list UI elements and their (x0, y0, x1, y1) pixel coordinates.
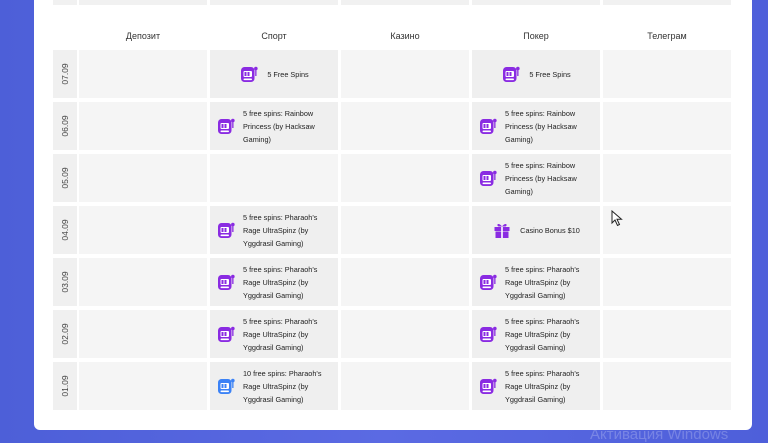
slot-machine-icon (239, 64, 259, 84)
date-label: 01.09 (60, 375, 70, 397)
mouse-cursor-icon (611, 210, 623, 227)
deposit-cell (79, 206, 207, 254)
date-label: 04.09 (60, 219, 70, 241)
calendar-panel: Депозит Спорт Казино Покер Телеграм 07.09 5 Fr… (34, 0, 752, 430)
bonus-text: 5 free spins: Rainbow Princess (by Hacks… (505, 108, 577, 144)
date-cell: 05.09 (53, 154, 77, 202)
telegram-cell (603, 310, 731, 358)
date-cell: 06.09 (53, 102, 77, 150)
bonus-text: 5 free spins: Pharaoh's Rage UltraSpinz … (243, 212, 318, 248)
poker-cell[interactable]: Casino Bonus $10 (472, 206, 600, 254)
bonus-entry[interactable]: 5 free spins: Pharaoh's Rage UltraSpinz … (472, 362, 600, 410)
gift-icon (492, 220, 512, 240)
bonus-entry[interactable]: 5 free spins: Pharaoh's Rage UltraSpinz … (210, 310, 338, 358)
date-cell: 02.09 (53, 310, 77, 358)
slot-machine-icon (216, 220, 236, 240)
date-cell: 07.09 (53, 50, 77, 98)
telegram-cell (603, 50, 731, 98)
slot-machine-icon (216, 324, 236, 344)
column-header: Спорт (261, 31, 287, 41)
column-header: Покер (523, 31, 549, 41)
bonus-text: 5 free spins: Rainbow Princess (by Hacks… (243, 108, 315, 144)
deposit-cell (79, 362, 207, 410)
deposit-cell (79, 310, 207, 358)
bonus-text: 5 free spins: Pharaoh's Rage UltraSpinz … (243, 316, 318, 352)
sport-cell[interactable]: 5 Free Spins (210, 50, 338, 98)
casino-cell (341, 206, 469, 254)
sport-cell[interactable]: 5 free spins: Pharaoh's Rage UltraSpinz … (210, 206, 338, 254)
bonus-entry[interactable]: Casino Bonus $10 (472, 206, 600, 254)
bonus-text: 5 free spins: Pharaoh's Rage UltraSpinz … (505, 316, 580, 352)
bonus-text: 5 free spins: Pharaoh's Rage UltraSpinz … (505, 264, 580, 300)
bonus-text: 10 free spins: Pharaoh's Rage UltraSpinz… (243, 368, 322, 404)
poker-cell[interactable]: 5 free spins: Rainbow Princess (by Hacks… (472, 154, 600, 202)
sport-cell[interactable]: 5 free spins: Pharaoh's Rage UltraSpinz … (210, 258, 338, 306)
date-label: 05.09 (60, 167, 70, 189)
bonus-entry[interactable]: 5 free spins: Pharaoh's Rage UltraSpinz … (472, 258, 600, 306)
slot-machine-icon (216, 272, 236, 292)
bonus-entry[interactable]: 5 free spins: Rainbow Princess (by Hacks… (210, 102, 338, 150)
poker-cell[interactable]: 5 free spins: Rainbow Princess (by Hacks… (472, 102, 600, 150)
casino-cell (341, 310, 469, 358)
slot-machine-icon (478, 168, 498, 188)
date-label: 03.09 (60, 271, 70, 293)
bonus-text: 5 Free Spins (267, 69, 309, 79)
slot-machine-icon (478, 116, 498, 136)
bonus-entry[interactable]: 10 free spins: Pharaoh's Rage UltraSpinz… (210, 362, 338, 410)
date-label: 02.09 (60, 323, 70, 345)
bonus-text: 5 Free Spins (529, 69, 571, 79)
bonus-entry[interactable]: 5 free spins: Rainbow Princess (by Hacks… (472, 154, 600, 202)
poker-cell[interactable]: 5 free spins: Pharaoh's Rage UltraSpinz … (472, 258, 600, 306)
slot-machine-icon (216, 116, 236, 136)
bonus-text: Casino Bonus $10 (520, 225, 580, 235)
bonus-text: 5 free spins: Pharaoh's Rage UltraSpinz … (505, 368, 580, 404)
telegram-cell (603, 258, 731, 306)
slot-machine-blue-icon (216, 376, 236, 396)
date-label: 06.09 (60, 115, 70, 137)
windows-activation-watermark: Активация Windows (590, 426, 729, 443)
poker-cell[interactable]: 5 free spins: Pharaoh's Rage UltraSpinz … (472, 362, 600, 410)
bonus-entry[interactable]: 5 free spins: Rainbow Princess (by Hacks… (472, 102, 600, 150)
top-row-remnant (34, 0, 752, 6)
bonus-text: 5 free spins: Pharaoh's Rage UltraSpinz … (243, 264, 318, 300)
column-header: Казино (390, 31, 420, 41)
poker-cell[interactable]: 5 Free Spins (472, 50, 600, 98)
telegram-cell (603, 362, 731, 410)
poker-cell[interactable]: 5 free spins: Pharaoh's Rage UltraSpinz … (472, 310, 600, 358)
slot-machine-icon (478, 376, 498, 396)
telegram-cell (603, 102, 731, 150)
date-cell: 04.09 (53, 206, 77, 254)
sport-cell[interactable]: 5 free spins: Pharaoh's Rage UltraSpinz … (210, 310, 338, 358)
slot-machine-icon (478, 272, 498, 292)
bonus-entry[interactable]: 5 free spins: Pharaoh's Rage UltraSpinz … (210, 258, 338, 306)
casino-cell (341, 50, 469, 98)
column-header: Депозит (125, 31, 161, 41)
bonus-entry[interactable]: 5 Free Spins (472, 50, 600, 98)
casino-cell (341, 154, 469, 202)
casino-cell (341, 258, 469, 306)
deposit-cell (79, 154, 207, 202)
column-header: Телеграм (647, 31, 687, 41)
deposit-cell (79, 102, 207, 150)
slot-machine-icon (501, 64, 521, 84)
casino-cell (341, 362, 469, 410)
sport-cell[interactable]: 5 free spins: Rainbow Princess (by Hacks… (210, 102, 338, 150)
bonus-entry[interactable]: 5 free spins: Pharaoh's Rage UltraSpinz … (472, 310, 600, 358)
date-label: 07.09 (60, 63, 70, 85)
sport-cell[interactable]: 10 free spins: Pharaoh's Rage UltraSpinz… (210, 362, 338, 410)
date-cell: 01.09 (53, 362, 77, 410)
slot-machine-icon (478, 324, 498, 344)
bonus-entry[interactable]: 5 free spins: Pharaoh's Rage UltraSpinz … (210, 206, 338, 254)
sport-cell (210, 154, 338, 202)
deposit-cell (79, 50, 207, 98)
telegram-cell (603, 154, 731, 202)
bonus-text: 5 free spins: Rainbow Princess (by Hacks… (505, 160, 577, 196)
casino-cell (341, 102, 469, 150)
deposit-cell (79, 258, 207, 306)
date-cell: 03.09 (53, 258, 77, 306)
bonus-entry[interactable]: 5 Free Spins (210, 50, 338, 98)
